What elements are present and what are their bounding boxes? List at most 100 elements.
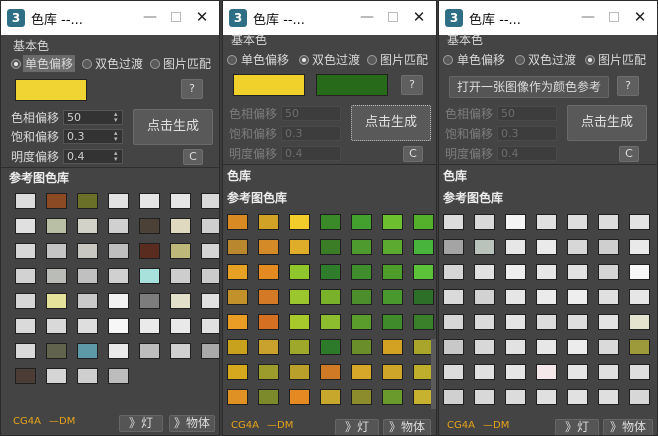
- color-swatch-cell[interactable]: [46, 243, 67, 259]
- color-swatch-cell[interactable]: [289, 289, 310, 305]
- color-swatch-cell[interactable]: [443, 264, 464, 280]
- color-swatch-cell[interactable]: [201, 193, 219, 209]
- color-swatch-cell[interactable]: [139, 293, 160, 309]
- color-swatch-cell[interactable]: [227, 289, 248, 305]
- color-swatch-cell[interactable]: [289, 364, 310, 380]
- light-button[interactable]: 》灯: [335, 419, 379, 435]
- color-swatch-cell[interactable]: [201, 218, 219, 234]
- color-swatch-cell[interactable]: [382, 214, 403, 230]
- color-swatch-cell[interactable]: [258, 289, 279, 305]
- color-swatch-cell[interactable]: [227, 239, 248, 255]
- color-swatch-cell[interactable]: [413, 289, 434, 305]
- color-swatch-cell[interactable]: [320, 389, 341, 405]
- base-color-swatch[interactable]: [15, 79, 87, 101]
- color-swatch-cell[interactable]: [15, 293, 36, 309]
- color-swatch-cell[interactable]: [536, 289, 557, 305]
- color-swatch-cell[interactable]: [474, 239, 495, 255]
- close-icon[interactable]: ✕: [406, 5, 432, 29]
- color-swatch-cell[interactable]: [227, 339, 248, 355]
- color-swatch-cell[interactable]: [382, 314, 403, 330]
- color-swatch-cell[interactable]: [170, 218, 191, 234]
- saturation-offset-spinner[interactable]: 0.3: [497, 126, 557, 141]
- radio-image-match-label[interactable]: 图片匹配: [380, 51, 428, 68]
- color-swatch-cell[interactable]: [227, 364, 248, 380]
- color-swatch-cell[interactable]: [170, 243, 191, 259]
- radio-single-offset-label[interactable]: 单色偏移: [457, 51, 505, 68]
- color-swatch-cell[interactable]: [139, 243, 160, 259]
- radio-dual-transition[interactable]: [515, 55, 525, 65]
- generate-button[interactable]: 点击生成: [133, 109, 213, 145]
- color-swatch-cell[interactable]: [351, 389, 372, 405]
- color-swatch-cell[interactable]: [258, 214, 279, 230]
- color-swatch-cell[interactable]: [320, 289, 341, 305]
- title-bar[interactable]: 3 色库 --... — ✕: [223, 1, 436, 35]
- color-swatch-cell[interactable]: [46, 193, 67, 209]
- color-swatch-cell[interactable]: [170, 193, 191, 209]
- color-swatch-cell[interactable]: [536, 339, 557, 355]
- color-swatch-cell[interactable]: [289, 314, 310, 330]
- color-swatch-cell[interactable]: [108, 268, 129, 284]
- color-swatch-cell[interactable]: [567, 364, 588, 380]
- color-swatch-cell[interactable]: [382, 289, 403, 305]
- radio-image-match[interactable]: [150, 59, 160, 69]
- color-swatch-cell[interactable]: [320, 264, 341, 280]
- color-swatch-cell[interactable]: [15, 268, 36, 284]
- color-swatch-cell[interactable]: [77, 318, 98, 334]
- hue-offset-spinner[interactable]: 50 ▴ ▾: [63, 110, 123, 125]
- generate-button[interactable]: 点击生成: [567, 105, 647, 141]
- title-bar[interactable]: 3 色库 --... — ✕: [1, 1, 219, 35]
- color-swatch-cell[interactable]: [201, 343, 219, 359]
- radio-dual-transition-label[interactable]: 双色过渡: [312, 51, 360, 68]
- light-button[interactable]: 》灯: [119, 415, 163, 432]
- color-swatch-cell[interactable]: [46, 218, 67, 234]
- color-swatch-cell[interactable]: [629, 364, 650, 380]
- color-swatch-cell[interactable]: [258, 314, 279, 330]
- color-swatch-cell[interactable]: [15, 243, 36, 259]
- color-swatch-cell[interactable]: [474, 389, 495, 405]
- color-swatch-cell[interactable]: [598, 339, 619, 355]
- color-swatch-cell[interactable]: [320, 214, 341, 230]
- saturation-offset-spinner[interactable]: 0.3 ▴ ▾: [63, 129, 123, 144]
- color-swatch-cell[interactable]: [413, 239, 434, 255]
- color-swatch-cell[interactable]: [201, 268, 219, 284]
- color-swatch-cell[interactable]: [351, 289, 372, 305]
- color-swatch-cell[interactable]: [474, 339, 495, 355]
- color-swatch-cell[interactable]: [77, 293, 98, 309]
- color-swatch-cell[interactable]: [382, 264, 403, 280]
- color-swatch-cell[interactable]: [629, 214, 650, 230]
- color-swatch-cell[interactable]: [505, 389, 526, 405]
- color-swatch-cell[interactable]: [139, 318, 160, 334]
- color-swatch-cell[interactable]: [320, 364, 341, 380]
- generate-button[interactable]: 点击生成: [351, 105, 431, 141]
- object-button[interactable]: 》物体: [169, 415, 215, 432]
- maximize-icon[interactable]: [163, 5, 189, 29]
- color-swatch-cell[interactable]: [77, 243, 98, 259]
- color-swatch-cell[interactable]: [108, 193, 129, 209]
- color-swatch-cell[interactable]: [536, 239, 557, 255]
- color-swatch-cell[interactable]: [108, 343, 129, 359]
- color-swatch-cell[interactable]: [505, 214, 526, 230]
- color-swatch-cell[interactable]: [201, 318, 219, 334]
- color-swatch-cell[interactable]: [227, 314, 248, 330]
- color-swatch-cell[interactable]: [258, 364, 279, 380]
- color-swatch-cell[interactable]: [320, 314, 341, 330]
- color-swatch-cell[interactable]: [170, 318, 191, 334]
- brightness-offset-spinner[interactable]: 0.4: [497, 146, 557, 161]
- end-color-swatch[interactable]: [316, 74, 388, 96]
- color-swatch-cell[interactable]: [170, 293, 191, 309]
- color-swatch-cell[interactable]: [382, 239, 403, 255]
- object-button[interactable]: 》物体: [603, 419, 653, 435]
- color-swatch-cell[interactable]: [201, 293, 219, 309]
- color-swatch-cell[interactable]: [567, 389, 588, 405]
- color-swatch-cell[interactable]: [46, 268, 67, 284]
- color-swatch-cell[interactable]: [77, 193, 98, 209]
- color-swatch-cell[interactable]: [567, 314, 588, 330]
- color-swatch-cell[interactable]: [108, 293, 129, 309]
- color-swatch-cell[interactable]: [567, 264, 588, 280]
- radio-dual-transition-label[interactable]: 双色过渡: [528, 51, 576, 68]
- color-swatch-cell[interactable]: [170, 343, 191, 359]
- color-swatch-cell[interactable]: [108, 218, 129, 234]
- color-swatch-cell[interactable]: [320, 339, 341, 355]
- radio-single-offset[interactable]: [443, 55, 453, 65]
- color-swatch-cell[interactable]: [413, 314, 434, 330]
